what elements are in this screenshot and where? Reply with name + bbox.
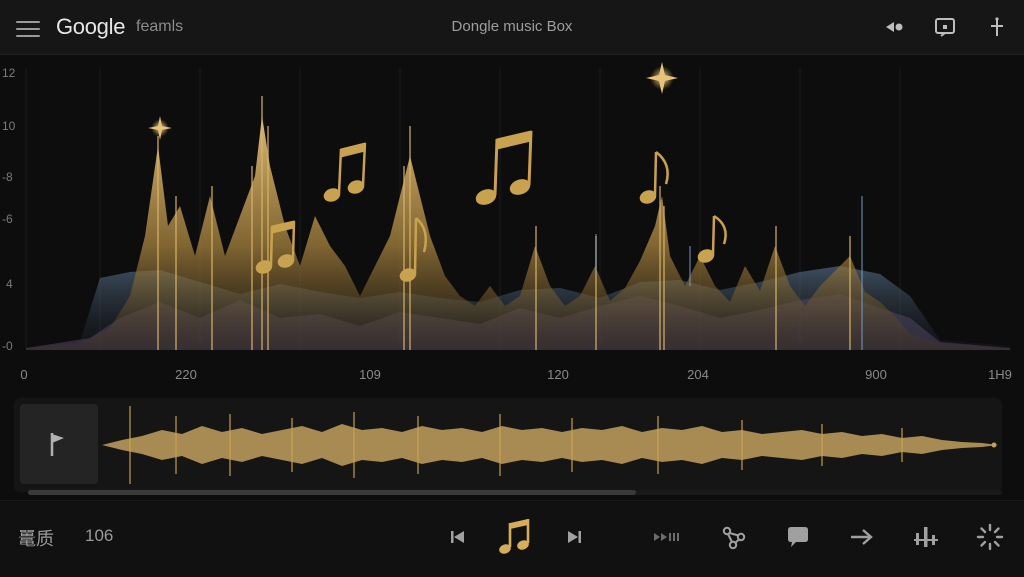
bottom-bar: 鼍质 106: [0, 500, 1024, 577]
x-tick: 204: [687, 367, 709, 382]
music-note-icon[interactable]: [494, 515, 534, 559]
comment-icon[interactable]: [782, 521, 814, 553]
audio-waveform[interactable]: [102, 404, 998, 486]
y-tick: 4: [6, 277, 13, 291]
horizontal-scrollbar[interactable]: [28, 490, 1002, 495]
quality-value: 106: [85, 526, 114, 545]
cast-icon[interactable]: [932, 14, 958, 40]
waveform-strip: [14, 398, 1002, 492]
x-tick: 109: [359, 367, 381, 382]
x-tick: 120: [547, 367, 569, 382]
speaker-icon[interactable]: [882, 14, 908, 40]
top-bar: Google feamls Dongle music Box: [0, 0, 1024, 55]
y-tick: -6: [2, 212, 13, 226]
skip-previous-icon[interactable]: [442, 521, 474, 553]
antenna-icon[interactable]: [984, 14, 1010, 40]
y-tick: 12: [2, 66, 16, 80]
spectrum-chart: 12 10 -8 -6 4 -0 0 220 109 120 204 900 1…: [2, 62, 1012, 382]
x-tick: 220: [175, 367, 197, 382]
sparkle-icon: [148, 62, 678, 140]
quality-label: 鼍质: [18, 529, 54, 549]
y-tick: 10: [2, 119, 16, 133]
flag-icon: [50, 433, 64, 456]
x-tick: 900: [865, 367, 887, 382]
page-title: Dongle music Box: [451, 18, 573, 35]
share-icon[interactable]: [718, 521, 750, 553]
x-tick: 1H9: [988, 367, 1012, 382]
loading-icon[interactable]: [974, 521, 1006, 553]
y-tick: -8: [2, 170, 13, 184]
skip-next-icon[interactable]: [558, 521, 590, 553]
arrow-right-icon[interactable]: [846, 521, 878, 553]
equalizer-icon[interactable]: [910, 521, 942, 553]
fast-forward-icon[interactable]: [652, 521, 684, 553]
track-thumbnail[interactable]: [20, 404, 98, 484]
scrollbar-thumb[interactable]: [28, 490, 636, 495]
y-tick: -0: [2, 339, 13, 353]
x-tick: 0: [20, 367, 27, 382]
